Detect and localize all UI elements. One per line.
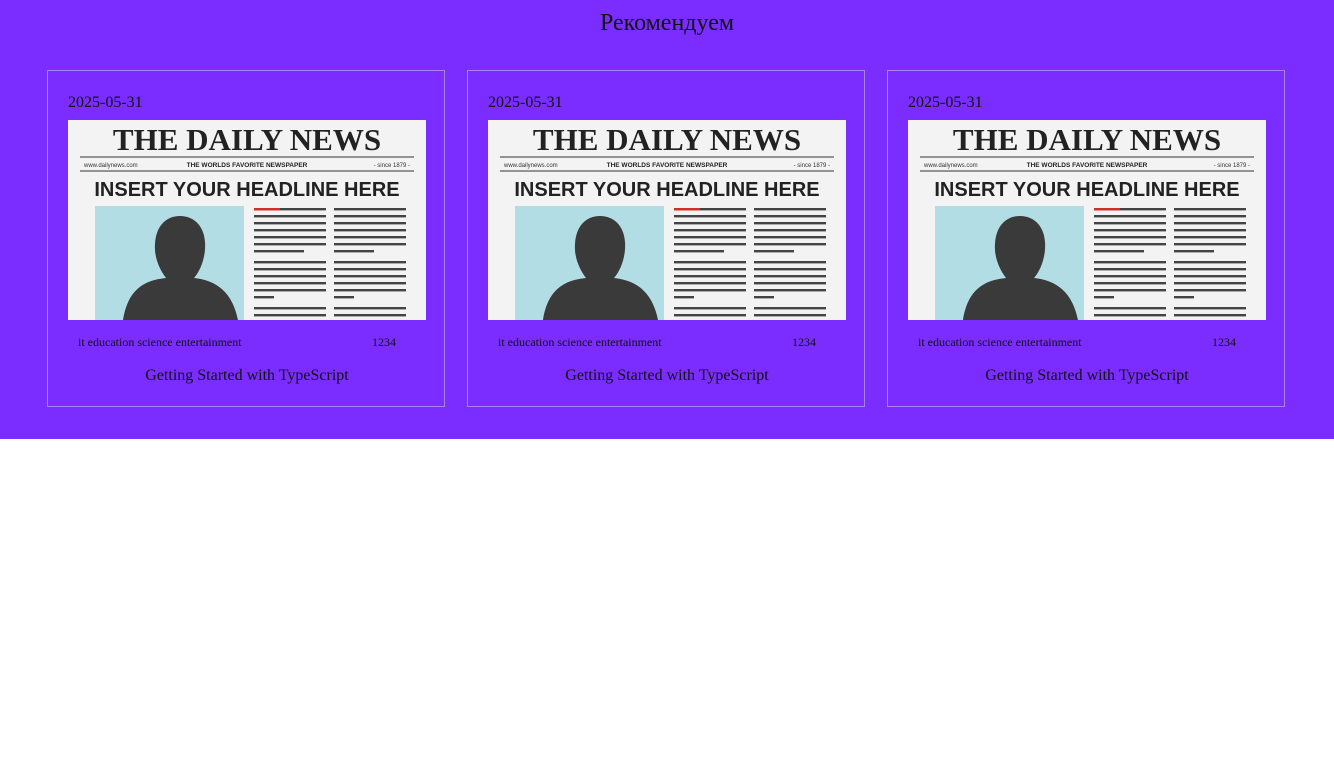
since-text: - since 1879 - xyxy=(1214,163,1250,169)
article-tags: it education science entertainment xyxy=(498,335,662,349)
newspaper-image: THE DAILY NEWS www.dailynews.com THE WOR… xyxy=(908,120,1266,320)
article-card[interactable]: 2025-05-31 THE DAILY NEWS www.dailynews.… xyxy=(887,70,1285,407)
masthead-text: THE DAILY NEWS xyxy=(533,122,801,157)
article-title[interactable]: Getting Started with TypeScript xyxy=(48,367,446,385)
masthead-text: THE DAILY NEWS xyxy=(953,122,1221,157)
article-views: 1234 xyxy=(372,335,396,349)
article-views: 1234 xyxy=(792,335,816,349)
section-title: Рекомендуем xyxy=(599,10,735,36)
article-thumbnail[interactable]: THE DAILY NEWS www.dailynews.com THE WOR… xyxy=(908,120,1266,320)
headline-text: INSERT YOUR HEADLINE HERE xyxy=(94,179,399,201)
site-text: www.dailynews.com xyxy=(503,163,558,169)
article-tags: it education science entertainment xyxy=(78,335,242,349)
article-tags: it education science entertainment xyxy=(918,335,1082,349)
since-text: - since 1879 - xyxy=(794,163,830,169)
article-views: 1234 xyxy=(1212,335,1236,349)
article-card[interactable]: 2025-05-31 THE DAILY NEWS www.dailynews.… xyxy=(467,70,865,407)
tagline-text: THE WORLDS FAVORITE NEWSPAPER xyxy=(607,162,728,169)
newspaper-image: THE DAILY NEWS www.dailynews.com THE WOR… xyxy=(68,120,426,320)
tagline-text: THE WORLDS FAVORITE NEWSPAPER xyxy=(1027,162,1148,169)
recommended-section: Рекомендуем 2025-05-31 THE DAILY NEWS ww… xyxy=(0,0,1334,439)
since-text: - since 1879 - xyxy=(374,163,410,169)
headline-text: INSERT YOUR HEADLINE HERE xyxy=(934,179,1239,201)
article-date: 2025-05-31 xyxy=(488,94,563,111)
masthead-text: THE DAILY NEWS xyxy=(113,122,381,157)
site-text: www.dailynews.com xyxy=(83,163,138,169)
article-date: 2025-05-31 xyxy=(68,94,143,111)
site-text: www.dailynews.com xyxy=(923,163,978,169)
article-card[interactable]: 2025-05-31 THE DAILY NEWS www.dailynews.… xyxy=(47,70,445,407)
article-thumbnail[interactable]: THE DAILY NEWS www.dailynews.com THE WOR… xyxy=(488,120,846,320)
tagline-text: THE WORLDS FAVORITE NEWSPAPER xyxy=(187,162,308,169)
headline-text: INSERT YOUR HEADLINE HERE xyxy=(514,179,819,201)
article-thumbnail[interactable]: THE DAILY NEWS www.dailynews.com THE WOR… xyxy=(68,120,426,320)
article-title[interactable]: Getting Started with TypeScript xyxy=(468,367,866,385)
newspaper-image: THE DAILY NEWS www.dailynews.com THE WOR… xyxy=(488,120,846,320)
article-date: 2025-05-31 xyxy=(908,94,983,111)
article-title[interactable]: Getting Started with TypeScript xyxy=(888,367,1286,385)
